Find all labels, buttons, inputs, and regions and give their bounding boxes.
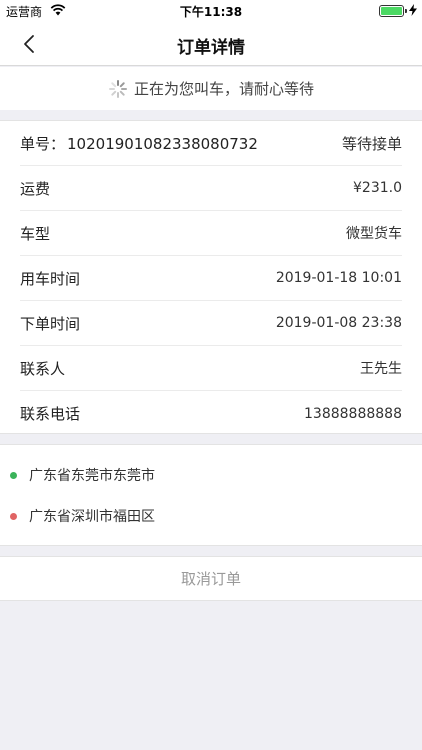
waiting-banner: 正在为您叫车，请耐心等待 — [0, 67, 422, 110]
contact-label: 联系人 — [20, 359, 66, 378]
contact-phone-row: 联系电话 13888888888 — [20, 391, 402, 436]
vehicle-type-label: 车型 — [20, 224, 51, 243]
cancel-order-button[interactable]: 取消订单 — [0, 556, 422, 601]
freight-row: 运费 ¥231.0 — [20, 166, 402, 211]
order-info-card: 单号： 10201901082338080732 等待接单 运费 ¥231.0 车… — [0, 120, 422, 434]
contact-row: 联系人 王先生 — [20, 346, 402, 391]
battery-icon — [379, 5, 404, 17]
navigation-bar: 订单详情 — [0, 22, 422, 66]
order-number: 10201901082338080732 — [67, 134, 258, 153]
vehicle-type-value: 微型货车 — [346, 226, 402, 242]
order-status: 等待接单 — [341, 134, 402, 153]
freight-value: ¥231.0 — [353, 180, 402, 196]
address-card: 广东省东莞市东莞市 广东省深圳市福田区 — [0, 444, 422, 546]
use-time-label: 用车时间 — [20, 269, 81, 288]
use-time-value: 2019-01-18 10:01 — [275, 270, 402, 286]
loading-spinner-icon — [108, 79, 127, 98]
contact-phone-value: 13888888888 — [304, 405, 402, 422]
end-address-text: 广东省深圳市福田区 — [29, 509, 155, 525]
start-address-text: 广东省东莞市东莞市 — [29, 468, 155, 484]
order-number-label: 单号： — [20, 134, 66, 153]
status-bar: 运营商 下午11:38 — [0, 0, 422, 22]
start-dot-icon — [10, 471, 17, 479]
freight-label: 运费 — [20, 179, 51, 198]
start-address: 广东省东莞市东莞市 — [10, 463, 155, 487]
order-time-value: 2019-01-08 23:38 — [275, 315, 402, 331]
contact-value: 王先生 — [360, 361, 402, 377]
end-dot-icon — [10, 512, 17, 520]
vehicle-type-row: 车型 微型货车 — [20, 211, 402, 256]
use-time-row: 用车时间 2019-01-18 10:01 — [20, 256, 402, 301]
status-time: 下午11:38 — [179, 5, 243, 19]
order-time-label: 下单时间 — [20, 314, 81, 333]
page-title: 订单详情 — [177, 38, 245, 58]
order-number-row: 单号： 10201901082338080732 等待接单 — [20, 121, 402, 166]
battery-level — [381, 7, 402, 15]
end-address: 广东省深圳市福田区 — [10, 504, 155, 528]
battery-tip — [405, 9, 407, 13]
contact-phone-label: 联系电话 — [20, 405, 81, 423]
charging-icon — [409, 4, 417, 16]
order-time-row: 下单时间 2019-01-08 23:38 — [20, 301, 402, 346]
waiting-text: 正在为您叫车，请耐心等待 — [133, 80, 314, 98]
